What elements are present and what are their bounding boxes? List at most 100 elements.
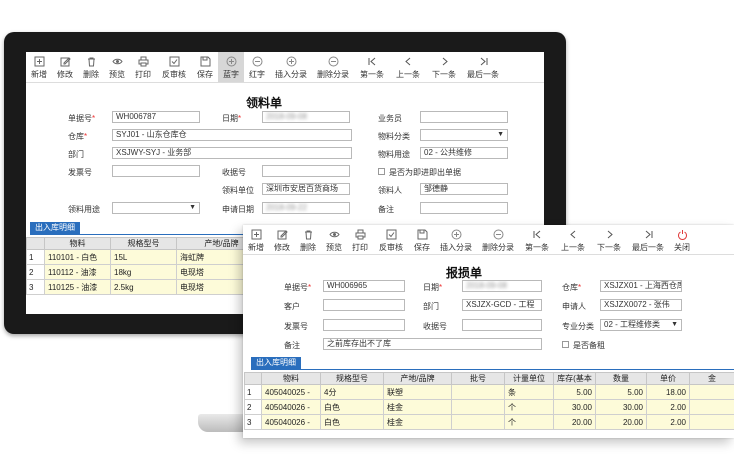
- receipt-field[interactable]: [462, 319, 542, 331]
- column-header[interactable]: 物料: [261, 372, 321, 385]
- table-row[interactable]: 3 110125 - 油漆 2.5kg 电现塔: [26, 279, 267, 295]
- toolbar-button-11[interactable]: 删除分录: [312, 52, 354, 82]
- toolbar-button-4[interactable]: 预览: [321, 225, 347, 255]
- table-cell-unit[interactable]: 个: [504, 414, 554, 430]
- date-field[interactable]: 2018-09-08: [262, 111, 350, 123]
- toolbar-button-15[interactable]: 最后一条: [462, 52, 504, 82]
- toolbar-button-5[interactable]: 打印: [130, 52, 156, 82]
- column-header[interactable]: 金: [689, 372, 734, 385]
- column-header[interactable]: 库存(基本: [553, 372, 596, 385]
- purpose-field[interactable]: 02 - 公共维修: [420, 147, 508, 159]
- column-header[interactable]: 产地/品牌: [383, 372, 452, 385]
- table-cell-brand[interactable]: 联塑: [383, 384, 452, 400]
- table-row[interactable]: 3 405040026 - 白色 桂金个 20.00 20.00 2.00: [244, 414, 734, 430]
- toolbar-button-2[interactable]: 修改: [269, 225, 295, 255]
- dept-field[interactable]: XSJZX-GCD - 工程: [462, 299, 542, 311]
- table-row[interactable]: 2 405040026 - 白色 桂金个 30.00 30.00 2.00: [244, 399, 734, 415]
- invoice-field[interactable]: [112, 165, 200, 177]
- apply-date-field[interactable]: 2018-09-22: [262, 202, 350, 214]
- toolbar-button-13[interactable]: 上一条: [390, 52, 426, 82]
- table-cell-batch[interactable]: [451, 399, 505, 415]
- toolbar-button-11[interactable]: 上一条: [555, 225, 591, 255]
- toolbar-button-9[interactable]: 红字: [244, 52, 270, 82]
- table-cell-qty[interactable]: 5.00: [595, 384, 647, 400]
- toolbar-button-1[interactable]: 新增: [26, 52, 52, 82]
- doc-no-field[interactable]: WH006787: [112, 111, 200, 123]
- table-cell-amt[interactable]: [689, 414, 734, 430]
- receiver-field[interactable]: 邹德静: [420, 183, 508, 195]
- tab-inout-detail[interactable]: 出入库明细: [251, 357, 301, 369]
- table-cell-spec[interactable]: 4分: [320, 384, 384, 400]
- table-cell-spec[interactable]: 15L: [110, 249, 177, 265]
- table-cell-unit[interactable]: 个: [504, 399, 554, 415]
- toolbar-button-2[interactable]: 修改: [52, 52, 78, 82]
- date-field[interactable]: 2018-09-08: [462, 280, 542, 292]
- table-cell-batch[interactable]: [451, 414, 505, 430]
- flag-checkbox[interactable]: [562, 341, 569, 348]
- toolbar-button-10[interactable]: 第一条: [519, 225, 555, 255]
- table-cell-spec[interactable]: 白色: [320, 399, 384, 415]
- toolbar-button-12[interactable]: 下一条: [591, 225, 627, 255]
- customer-field[interactable]: [323, 299, 405, 311]
- toolbar-button-4[interactable]: 预览: [104, 52, 130, 82]
- clerk-field[interactable]: [420, 111, 508, 123]
- category-select[interactable]: 02 - 工程维修类 ▼: [600, 319, 682, 331]
- toolbar-button-5[interactable]: 打印: [347, 225, 373, 255]
- table-cell-qty[interactable]: 20.00: [595, 414, 647, 430]
- table-cell-item[interactable]: 110112 - 油漆: [44, 264, 111, 280]
- table-cell-item[interactable]: 110125 - 油漆: [44, 279, 111, 295]
- table-cell-brand[interactable]: 桂金: [383, 414, 452, 430]
- invoice-field[interactable]: [323, 319, 405, 331]
- toolbar-button-10[interactable]: 插入分录: [270, 52, 312, 82]
- table-cell-item[interactable]: 405040025 -: [261, 384, 321, 400]
- toolbar-button-13[interactable]: 最后一条: [627, 225, 669, 255]
- table-cell-price[interactable]: 2.00: [646, 414, 690, 430]
- receipt-field[interactable]: [262, 165, 350, 177]
- toolbar-button-7[interactable]: 保存: [409, 225, 435, 255]
- table-cell-spec[interactable]: 18kg: [110, 264, 177, 280]
- applicant-field[interactable]: XSJZX0072 - 张伟: [600, 299, 682, 311]
- table-cell-spec[interactable]: 2.5kg: [110, 279, 177, 295]
- column-header[interactable]: 计量单位: [504, 372, 554, 385]
- tab-inout-detail[interactable]: 出入库明细: [30, 222, 80, 234]
- column-header[interactable]: 规格型号: [320, 372, 384, 385]
- column-header[interactable]: 数量: [595, 372, 647, 385]
- table-row[interactable]: 2 110112 - 油漆 18kg 电现塔: [26, 264, 267, 280]
- remark-field[interactable]: 之前库存出不了库: [323, 338, 542, 350]
- table-cell-qty[interactable]: 30.00: [595, 399, 647, 415]
- doc-no-field[interactable]: WH006965: [323, 280, 405, 292]
- toolbar-button-6[interactable]: 反审核: [373, 225, 409, 255]
- table-cell-batch[interactable]: [451, 384, 505, 400]
- table-cell-item[interactable]: 405040026 -: [261, 399, 321, 415]
- warehouse-field[interactable]: SYJ01 - 山东仓库仓: [112, 129, 352, 141]
- table-cell-stock[interactable]: 20.00: [553, 414, 596, 430]
- column-header[interactable]: 单价: [646, 372, 690, 385]
- use-select[interactable]: ▼: [112, 202, 200, 214]
- table-cell-amt[interactable]: [689, 384, 734, 400]
- toolbar-button-1[interactable]: 新增: [243, 225, 269, 255]
- table-cell-spec[interactable]: 白色: [320, 414, 384, 430]
- table-cell-stock[interactable]: 5.00: [553, 384, 596, 400]
- column-header[interactable]: 规格型号: [110, 237, 177, 250]
- table-row[interactable]: 1 405040025 -4分 联塑条 5.00 5.00 18.00: [244, 384, 734, 400]
- toolbar-button-6[interactable]: 反审核: [156, 52, 192, 82]
- toolbar-button-3[interactable]: 删除: [295, 225, 321, 255]
- table-cell-price[interactable]: 2.00: [646, 399, 690, 415]
- table-cell-unit[interactable]: 条: [504, 384, 554, 400]
- table-cell-price[interactable]: 18.00: [646, 384, 690, 400]
- warehouse-field[interactable]: XSJZX01 - 上海西仓库: [600, 280, 682, 292]
- category-select[interactable]: ▼: [420, 129, 508, 141]
- column-header[interactable]: 物料: [44, 237, 111, 250]
- table-cell-amt[interactable]: [689, 399, 734, 415]
- toolbar-button-7[interactable]: 保存: [192, 52, 218, 82]
- toolbar-button-14[interactable]: 关闭: [669, 225, 695, 255]
- table-cell-stock[interactable]: 30.00: [553, 399, 596, 415]
- dept-field[interactable]: XSJWY-SYJ - 业务部: [112, 147, 352, 159]
- column-header[interactable]: [244, 372, 262, 385]
- instant-checkbox[interactable]: [378, 168, 385, 175]
- toolbar-button-14[interactable]: 下一条: [426, 52, 462, 82]
- toolbar-button-3[interactable]: 删除: [78, 52, 104, 82]
- table-cell-item[interactable]: 110101 - 白色: [44, 249, 111, 265]
- remark-field[interactable]: [420, 202, 508, 214]
- table-row[interactable]: 1 110101 - 白色 15L 海虹牌: [26, 249, 267, 265]
